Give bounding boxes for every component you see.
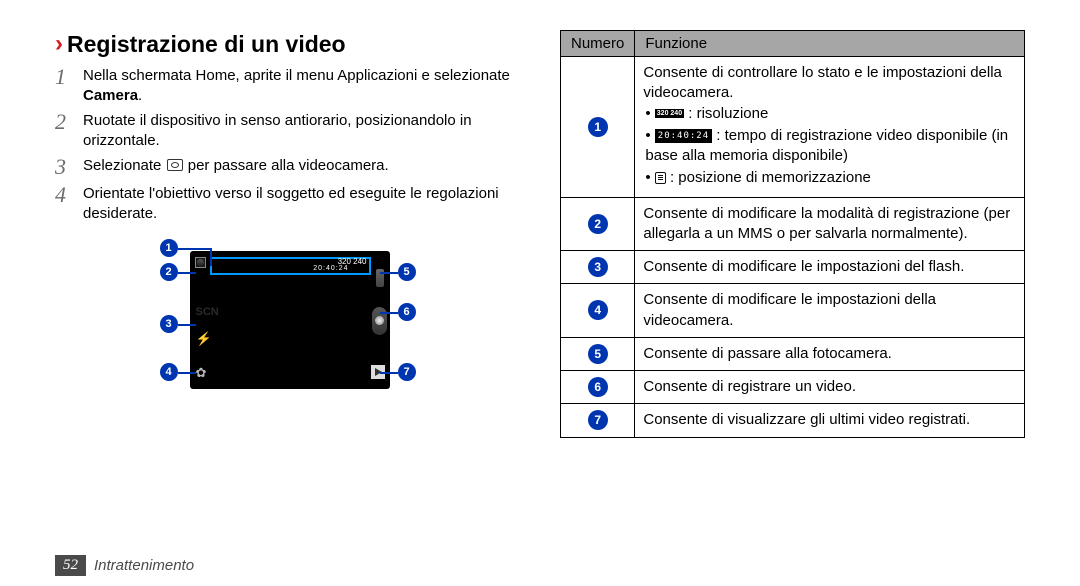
- chevron-icon: ›: [55, 30, 63, 58]
- table-row-3: 3 Consente di modificare le impostazioni…: [561, 251, 1025, 284]
- cell-num-3: 3: [561, 251, 635, 284]
- step-3: 3 Selezionate per passare alla videocame…: [55, 156, 520, 178]
- table-row-2: 2 Consente di modificare la modalità di …: [561, 197, 1025, 251]
- step-1-pre: Nella schermata Home, aprite il menu App…: [83, 67, 510, 84]
- step-num-1: 1: [55, 66, 77, 88]
- viewfinder-screen: 320 240 20:40:24 SCN ⚡ ✿: [190, 251, 390, 389]
- th-numero: Numero: [561, 31, 635, 57]
- time-indicator: 20:40:24: [313, 265, 348, 272]
- table-row-5: 5 Consente di passare alla fotocamera.: [561, 337, 1025, 370]
- leader-1b: [210, 248, 212, 266]
- viewfinder-diagram: 320 240 20:40:24 SCN ⚡ ✿ 1 2 3 4 5: [158, 241, 418, 411]
- time-badge-icon: 20:40:24: [655, 129, 712, 143]
- step-text-1: Nella schermata Home, aprite il menu App…: [83, 66, 520, 105]
- step-num-4: 4: [55, 184, 77, 206]
- left-column: › Registrazione di un video 1 Nella sche…: [55, 30, 520, 438]
- step-num-3: 3: [55, 156, 77, 178]
- right-column: Numero Funzione 1 Consente di controllar…: [560, 30, 1025, 438]
- row1-bullet-storage: : posizione di memorizzazione: [645, 168, 1016, 188]
- cell-desc-7: Consente di visualizzare gli ultimi vide…: [635, 404, 1025, 437]
- step-1: 1 Nella schermata Home, aprite il menu A…: [55, 66, 520, 105]
- footer-section-title: Intrattenimento: [94, 557, 194, 574]
- step-text-2: Ruotate il dispositivo in senso antiorar…: [83, 111, 520, 150]
- cell-desc-3: Consente di modificare le impostazioni d…: [635, 251, 1025, 284]
- row1-b1-text: : risoluzione: [684, 105, 768, 122]
- row1-bullets: 320 240 : risoluzione 20:40:24 : tempo d…: [643, 104, 1016, 189]
- step-3-pre: Selezionate: [83, 157, 166, 174]
- cell-desc-1: Consente di controllare lo stato e le im…: [635, 57, 1025, 198]
- row1-b3-text: : posizione di memorizzazione: [666, 169, 871, 186]
- section-heading-row: › Registrazione di un video: [55, 30, 520, 58]
- cell-num-5: 5: [561, 337, 635, 370]
- cell-desc-6: Consente di registrare un video.: [635, 371, 1025, 404]
- camera-mode-icon: [167, 159, 183, 171]
- callout-3: 3: [160, 315, 178, 333]
- record-mode-icon: [195, 257, 206, 268]
- table-row-7: 7 Consente di visualizzare gli ultimi vi…: [561, 404, 1025, 437]
- step-2: 2 Ruotate il dispositivo in senso antior…: [55, 111, 520, 150]
- section-heading: Registrazione di un video: [67, 31, 346, 58]
- callout-2: 2: [160, 263, 178, 281]
- row1-bullet-resolution: 320 240 : risoluzione: [645, 104, 1016, 124]
- callout-7: 7: [398, 363, 416, 381]
- storage-badge-icon: [655, 172, 666, 184]
- table-row-6: 6 Consente di registrare un video.: [561, 371, 1025, 404]
- leader-4: [178, 372, 196, 374]
- cell-num-4: 4: [561, 284, 635, 338]
- leader-7: [380, 372, 398, 374]
- settings-gear-icon: ✿: [196, 365, 207, 381]
- callout-4: 4: [160, 363, 178, 381]
- cell-desc-5: Consente di passare alla fotocamera.: [635, 337, 1025, 370]
- table-row-4: 4 Consente di modificare le impostazioni…: [561, 284, 1025, 338]
- step-num-2: 2: [55, 111, 77, 133]
- circle-3-icon: 3: [588, 257, 608, 277]
- circle-6-icon: 6: [588, 377, 608, 397]
- table-row-1: 1 Consente di controllare lo stato e le …: [561, 57, 1025, 198]
- circle-7-icon: 7: [588, 410, 608, 430]
- page-number: 52: [55, 555, 86, 576]
- step-text-3: Selezionate per passare alla videocamera…: [83, 156, 520, 176]
- step-1-bold: Camera: [83, 87, 138, 104]
- flash-icon: ⚡: [196, 331, 212, 347]
- function-table: Numero Funzione 1 Consente di controllar…: [560, 30, 1025, 438]
- circle-4-icon: 4: [588, 300, 608, 320]
- cell-num-7: 7: [561, 404, 635, 437]
- callout-5: 5: [398, 263, 416, 281]
- status-bar-highlight: 320 240 20:40:24: [210, 257, 371, 275]
- step-4: 4 Orientate l'obiettivo verso il soggett…: [55, 184, 520, 223]
- step-3-post: per passare alla videocamera.: [184, 157, 389, 174]
- page-footer: 52 Intrattenimento: [55, 555, 194, 576]
- cell-desc-4: Consente di modificare le impostazioni d…: [635, 284, 1025, 338]
- cell-num-1: 1: [561, 57, 635, 198]
- callout-6: 6: [398, 303, 416, 321]
- row1-bullet-time: 20:40:24 : tempo di registrazione video …: [645, 126, 1016, 167]
- circle-1-icon: 1: [588, 117, 608, 137]
- resolution-badge-icon: 320 240: [655, 109, 684, 118]
- leader-3: [178, 324, 196, 326]
- cell-desc-2: Consente di modificare la modalità di re…: [635, 197, 1025, 251]
- leader-5: [380, 272, 398, 274]
- callout-1: 1: [160, 239, 178, 257]
- th-funzione: Funzione: [635, 31, 1025, 57]
- row1-lead: Consente di controllare lo stato e le im…: [643, 64, 1002, 101]
- cell-num-6: 6: [561, 371, 635, 404]
- step-text-4: Orientate l'obiettivo verso il soggetto …: [83, 184, 520, 223]
- leader-1: [178, 248, 212, 250]
- cell-num-2: 2: [561, 197, 635, 251]
- circle-2-icon: 2: [588, 214, 608, 234]
- leader-6: [380, 312, 398, 314]
- leader-2: [178, 272, 196, 274]
- step-1-post: .: [138, 87, 142, 104]
- circle-5-icon: 5: [588, 344, 608, 364]
- scn-label: SCN: [196, 306, 219, 318]
